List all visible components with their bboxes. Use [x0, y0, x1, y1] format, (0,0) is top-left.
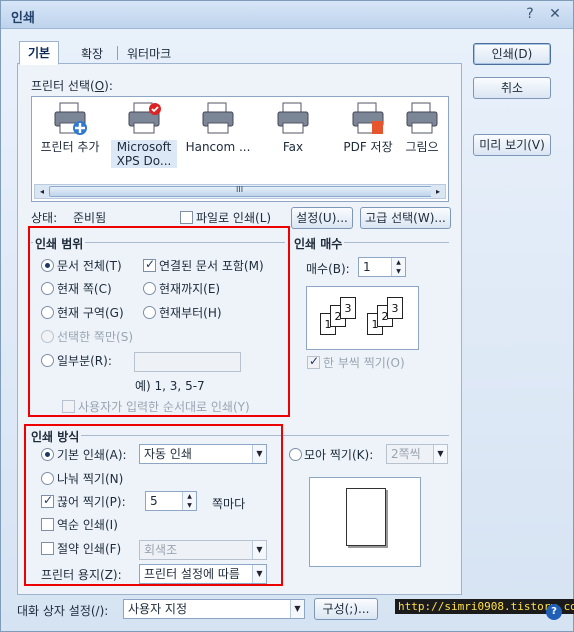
print-to-file-checkbox[interactable]: [180, 211, 193, 224]
scroll-right-icon[interactable]: ▸: [431, 185, 445, 198]
dialog-settings-label: 대화 상자 설정(/):: [17, 604, 109, 618]
close-button[interactable]: ✕: [546, 5, 564, 23]
printer-list[interactable]: 프린터 추가 Microsoft XPS Do... Hancom ... Fa…: [31, 96, 449, 202]
collate-preview: 1 2 3 1 2 3: [306, 286, 419, 350]
title-bar: 인쇄 ? ✕: [1, 1, 573, 29]
tab-extended[interactable]: 확장: [73, 43, 111, 64]
printer-select-label: 프린터 선택(O):: [31, 79, 113, 93]
scroll-left-icon[interactable]: ◂: [35, 185, 49, 198]
down-icon[interactable]: ▼: [392, 267, 405, 276]
status-label: 상태:: [31, 211, 58, 225]
add-printer-icon: [50, 101, 90, 137]
scrollbar-thumb[interactable]: III: [49, 185, 435, 197]
image-printer-icon: [402, 101, 442, 137]
printer-name: Microsoft XPS Do...: [111, 140, 177, 168]
stepper-arrows[interactable]: ▲ ▼: [391, 258, 405, 276]
up-icon[interactable]: ▲: [392, 258, 405, 267]
highlight-box-method: [24, 424, 283, 586]
collate-checkbox[interactable]: [307, 354, 320, 369]
printer-name: 그림으: [405, 140, 439, 154]
settings-button[interactable]: 설정(U)...: [291, 207, 353, 229]
printer-item-add[interactable]: 프린터 추가: [30, 101, 110, 154]
printer-name: 프린터 추가: [40, 140, 100, 154]
collate-page: 3: [387, 297, 403, 319]
printer-name: Hancom ...: [185, 140, 251, 154]
collate-page: 3: [340, 297, 356, 319]
help-icon[interactable]: ?: [546, 604, 562, 620]
copies-stepper[interactable]: 1 ▲ ▼: [358, 257, 406, 277]
tab-separator: [117, 46, 118, 60]
printer-item-image[interactable]: 그림으: [396, 101, 448, 154]
window-title: 인쇄: [11, 11, 35, 26]
help-button[interactable]: ?: [521, 5, 539, 23]
print-to-file-label: 파일로 인쇄(L): [196, 211, 272, 225]
collate-label: 한 부씩 찍기(O): [323, 356, 405, 370]
printer-item-hancom[interactable]: Hancom ...: [178, 101, 258, 154]
cancel-button[interactable]: 취소: [473, 77, 551, 99]
chevron-down-icon[interactable]: ▼: [290, 600, 304, 618]
copies-title: 인쇄 매수: [292, 235, 345, 252]
copies-value: 1: [363, 260, 371, 274]
radio-multi-label: 모아 찍기(K):: [304, 448, 374, 462]
printer-item-xps[interactable]: Microsoft XPS Do...: [104, 101, 184, 168]
config-button[interactable]: 구성(;)...: [314, 598, 378, 620]
grip-icon: III: [236, 185, 244, 194]
print-dialog: 인쇄 ? ✕ 기본 확장 워터마크 인쇄(D) 취소 미리 보기(V) 프린터 …: [0, 0, 574, 632]
print-preview: [309, 477, 421, 567]
print-button[interactable]: 인쇄(D): [473, 43, 551, 65]
printer-item-fax[interactable]: Fax: [253, 101, 333, 154]
copies-label: 매수(B):: [306, 262, 350, 276]
horizontal-scrollbar[interactable]: ◂ III ▸: [34, 184, 446, 199]
dialog-settings-select[interactable]: 사용자 지정 ▼: [123, 599, 305, 619]
highlight-box-range: [28, 226, 290, 417]
tab-watermark[interactable]: 워터마크: [119, 43, 179, 64]
printer-icon: [198, 101, 238, 137]
preview-sheet: [346, 488, 386, 546]
tab-basic[interactable]: 기본: [19, 41, 60, 65]
multi-select[interactable]: 2쪽씩 ▼: [386, 444, 448, 464]
preview-button[interactable]: 미리 보기(V): [473, 134, 551, 156]
status-value: 준비됨: [73, 211, 107, 225]
pdf-printer-icon: [348, 101, 388, 137]
multi-value: 2쪽씩: [391, 447, 421, 461]
dialog-settings-value: 사용자 지정: [128, 602, 188, 616]
fax-icon: [273, 101, 313, 137]
advanced-button[interactable]: 고급 선택(W)...: [360, 207, 451, 229]
printer-default-icon: [124, 101, 164, 137]
chevron-down-icon[interactable]: ▼: [433, 445, 447, 463]
printer-name: Fax: [282, 140, 304, 154]
radio-multi[interactable]: [289, 448, 302, 461]
